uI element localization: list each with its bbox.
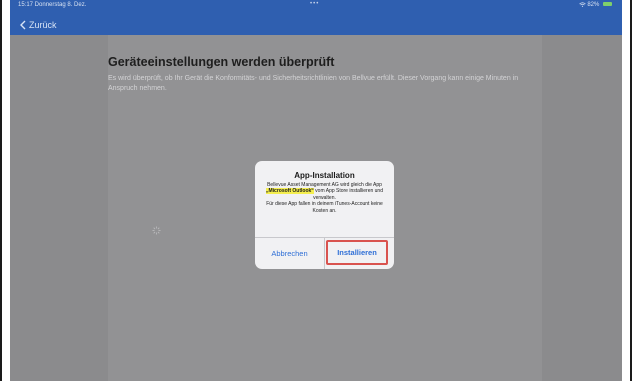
back-label: Zurück xyxy=(29,20,57,30)
status-bar: 15:17 Donnerstag 8. Dez. ••• 82% xyxy=(10,0,622,11)
app-name-highlight: „Microsoft Outlook“ xyxy=(266,188,314,195)
page-title: Geräteeinstellungen werden überprüft xyxy=(108,55,335,69)
screen: 15:17 Donnerstag 8. Dez. ••• 82% Zurück xyxy=(0,0,632,381)
status-right-group: 82% xyxy=(578,0,612,11)
dialog-message-cost: Für diese App fallen in deinem iTunes-Ac… xyxy=(266,201,383,214)
wifi-icon xyxy=(578,2,586,7)
chevron-left-icon xyxy=(20,20,26,30)
left-border xyxy=(0,0,2,381)
spinner-icon xyxy=(152,226,161,235)
battery-icon xyxy=(603,2,612,7)
dialog-message: Bellevue Asset Management AG wird gleich… xyxy=(261,182,388,214)
multitasking-dots[interactable]: ••• xyxy=(310,0,319,10)
status-time-date: 15:17 Donnerstag 8. Dez. xyxy=(18,2,87,8)
dialog-button-divider xyxy=(324,238,325,269)
dialog-message-rest: vom App Store installieren und verwalten… xyxy=(313,188,383,201)
dialog-title: App-Installation xyxy=(294,171,355,180)
battery-percent: 82% xyxy=(587,2,600,8)
dialog-message-intro: Bellevue Asset Management AG wird gleich… xyxy=(267,182,382,188)
app-install-dialog: App-Installation Bellevue Asset Manageme… xyxy=(255,161,394,269)
right-margin-column xyxy=(542,35,622,381)
back-button[interactable]: Zurück xyxy=(19,19,57,31)
cancel-button[interactable]: Abbrechen xyxy=(255,238,324,269)
page-description: Es wird überprüft, ob Ihr Gerät die Konf… xyxy=(108,75,519,92)
install-button[interactable]: Installieren xyxy=(326,240,388,265)
nav-header: 15:17 Donnerstag 8. Dez. ••• 82% Zurück xyxy=(10,0,622,35)
left-margin-column xyxy=(10,35,108,381)
